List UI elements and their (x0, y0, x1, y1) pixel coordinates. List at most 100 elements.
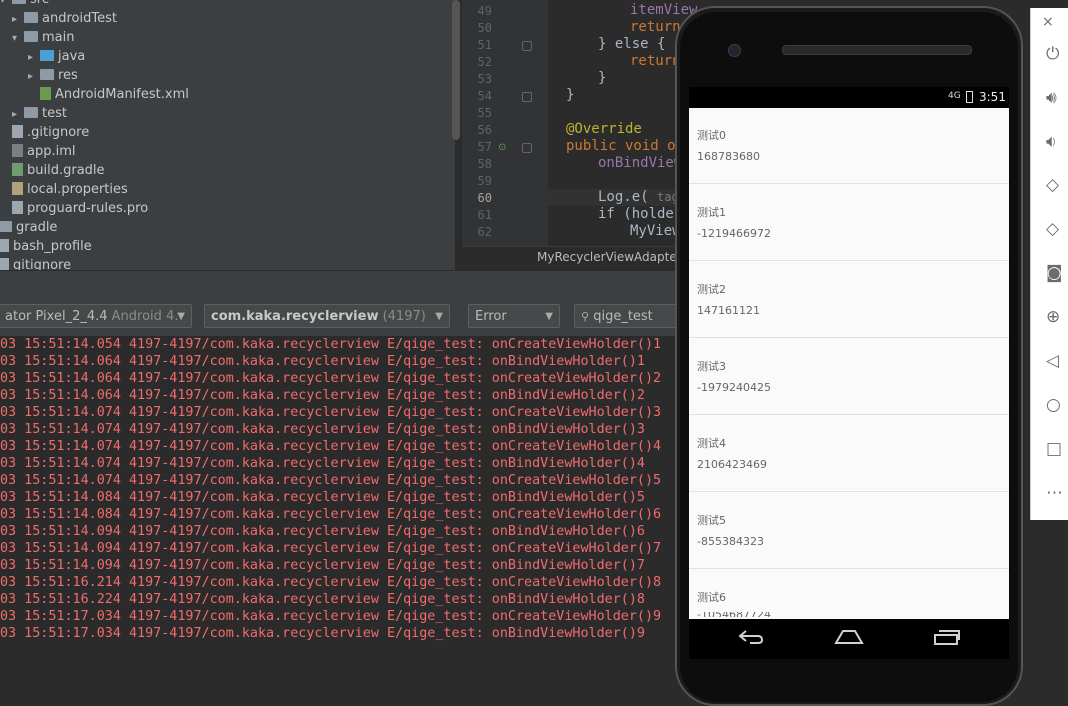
log-line[interactable]: 03 15:51:14.054 4197-4197/com.kaka.recyc… (0, 336, 661, 353)
list-item-title: 测试4 (697, 437, 726, 450)
code-line[interactable]: @Override (566, 121, 642, 138)
log-line[interactable]: 03 15:51:17.034 4197-4197/com.kaka.recyc… (0, 625, 645, 642)
signal-icon: 4G (948, 91, 961, 101)
overview-icon[interactable]: □ (1046, 439, 1062, 459)
zoom-icon[interactable]: ⊕ (1046, 307, 1060, 327)
tree-item[interactable]: app.iml (0, 142, 76, 161)
tree-item-label: androidTest (42, 11, 117, 26)
chevron-down-icon[interactable]: ▾ (12, 29, 24, 48)
tree-item[interactable]: bash_profile (0, 237, 92, 256)
log-line[interactable]: 03 15:51:14.074 4197-4197/com.kaka.recyc… (0, 472, 661, 489)
log-line[interactable]: 03 15:51:16.214 4197-4197/com.kaka.recyc… (0, 574, 661, 591)
code-line[interactable]: return (630, 53, 681, 70)
log-line[interactable]: 03 15:51:17.034 4197-4197/com.kaka.recyc… (0, 608, 661, 625)
chevron-right-icon[interactable]: ▸ (12, 105, 24, 124)
package-selector[interactable]: com.kaka.recyclerview (4197) ▼ (204, 304, 450, 328)
log-search-input[interactable]: ⚲ qige_test (574, 304, 678, 328)
log-line[interactable]: 03 15:51:14.064 4197-4197/com.kaka.recyc… (0, 387, 645, 404)
chevron-down-icon[interactable]: ▾ (0, 0, 12, 10)
recents-icon[interactable] (933, 629, 961, 650)
line-number: 61 (477, 208, 492, 222)
properties-file-icon (12, 182, 23, 195)
power-icon[interactable]: ⏻ (1046, 44, 1059, 64)
device-name: ator Pixel_2_4.4 (5, 309, 108, 324)
log-line[interactable]: 03 15:51:14.074 4197-4197/com.kaka.recyc… (0, 404, 661, 421)
device-selector[interactable]: ator Pixel_2_4.4 Android 4. ▼ (0, 304, 192, 328)
tree-item[interactable]: gradle (0, 218, 57, 237)
log-line[interactable]: 03 15:51:14.074 4197-4197/com.kaka.recyc… (0, 438, 661, 455)
front-camera-icon (728, 44, 741, 57)
log-line[interactable]: 03 15:51:16.224 4197-4197/com.kaka.recyc… (0, 591, 645, 608)
device-api: Android 4. (111, 309, 179, 324)
status-bar (689, 87, 1009, 108)
code-line[interactable]: } else { (598, 36, 665, 53)
tree-item[interactable]: local.properties (0, 180, 128, 199)
back-icon[interactable]: ◁ (1046, 351, 1059, 371)
chevron-right-icon[interactable]: ▸ (28, 67, 40, 86)
log-line[interactable]: 03 15:51:14.064 4197-4197/com.kaka.recyc… (0, 353, 645, 370)
chevron-down-icon: ▼ (545, 311, 553, 322)
log-line[interactable]: 03 15:51:14.094 4197-4197/com.kaka.recyc… (0, 523, 645, 540)
more-icon[interactable]: ⋯ (1046, 483, 1063, 503)
list-item[interactable] (689, 339, 1009, 415)
volume-down-icon[interactable]: 🔉︎ (1046, 132, 1057, 152)
code-line[interactable]: Log.e( tag (598, 189, 679, 206)
code-line[interactable]: } (566, 87, 574, 104)
chevron-right-icon[interactable]: ▸ (12, 10, 24, 29)
log-line[interactable]: 03 15:51:14.074 4197-4197/com.kaka.recyc… (0, 455, 645, 472)
code-line[interactable]: if (holder (598, 206, 682, 223)
tree-item[interactable]: .gitignore (0, 123, 89, 142)
tree-item[interactable]: ▾ src (0, 0, 49, 9)
code-line[interactable]: MyView (630, 223, 681, 240)
log-line[interactable]: 03 15:51:14.084 4197-4197/com.kaka.recyc… (0, 506, 661, 523)
speaker-grille (782, 45, 972, 55)
rotate-left-icon[interactable]: ◇ (1046, 175, 1059, 195)
tree-item[interactable]: proguard-rules.pro (0, 199, 148, 218)
log-line[interactable]: 03 15:51:14.074 4197-4197/com.kaka.recyc… (0, 421, 645, 438)
back-icon[interactable] (738, 629, 764, 650)
list-item[interactable] (689, 108, 1009, 184)
log-line[interactable]: 03 15:51:14.094 4197-4197/com.kaka.recyc… (0, 540, 661, 557)
tree-item[interactable]: ▸ androidTest (12, 9, 117, 28)
home-icon[interactable]: ○ (1046, 395, 1061, 415)
panel-splitter[interactable] (0, 270, 678, 299)
tree-item[interactable]: ▸ test (12, 104, 67, 123)
fold-icon[interactable] (522, 143, 532, 153)
code-text: @Override (566, 121, 642, 137)
list-item[interactable] (689, 185, 1009, 261)
line-number: 60 (477, 191, 492, 205)
home-icon[interactable] (834, 629, 864, 650)
code-line[interactable]: onBindView (598, 155, 682, 172)
close-icon[interactable]: × (1042, 12, 1054, 32)
breadcrumb[interactable]: MyRecyclerViewAdapter (537, 250, 682, 264)
tree-item[interactable]: gitignore (0, 256, 71, 270)
log-level-selector[interactable]: Error ▼ (468, 304, 560, 328)
list-item[interactable] (689, 493, 1009, 569)
chevron-right-icon[interactable]: ▸ (28, 48, 40, 67)
list-item-title: 测试2 (697, 283, 726, 296)
fold-icon[interactable] (522, 92, 532, 102)
tree-item[interactable]: build.gradle (0, 161, 105, 180)
camera-icon[interactable]: ◙ (1046, 263, 1063, 283)
override-icon[interactable]: ⊙ (498, 142, 506, 153)
status-time: 3:51 (979, 90, 1006, 104)
package-name: com.kaka.recyclerview (211, 309, 379, 324)
tree-item[interactable]: ▸ java (28, 47, 85, 66)
log-line[interactable]: 03 15:51:14.094 4197-4197/com.kaka.recyc… (0, 557, 645, 574)
tree-item[interactable]: ▸ res (28, 66, 78, 85)
folder-icon (12, 0, 26, 4)
tree-item[interactable]: AndroidManifest.xml (28, 85, 189, 104)
code-text: onBindView (598, 155, 683, 171)
fold-icon[interactable] (522, 41, 532, 51)
code-line[interactable]: public void on (566, 138, 684, 155)
code-line[interactable]: return (630, 19, 681, 36)
list-item[interactable] (689, 262, 1009, 338)
volume-up-icon[interactable]: 🔊︎ (1046, 88, 1057, 108)
rotate-right-icon[interactable]: ◇ (1046, 219, 1059, 239)
log-line[interactable]: 03 15:51:14.064 4197-4197/com.kaka.recyc… (0, 370, 661, 387)
code-line[interactable]: } (598, 70, 606, 87)
tree-scrollbar[interactable] (452, 0, 460, 140)
log-line[interactable]: 03 15:51:14.084 4197-4197/com.kaka.recyc… (0, 489, 645, 506)
tree-item[interactable]: ▾ main (12, 28, 74, 47)
list-item[interactable] (689, 416, 1009, 492)
